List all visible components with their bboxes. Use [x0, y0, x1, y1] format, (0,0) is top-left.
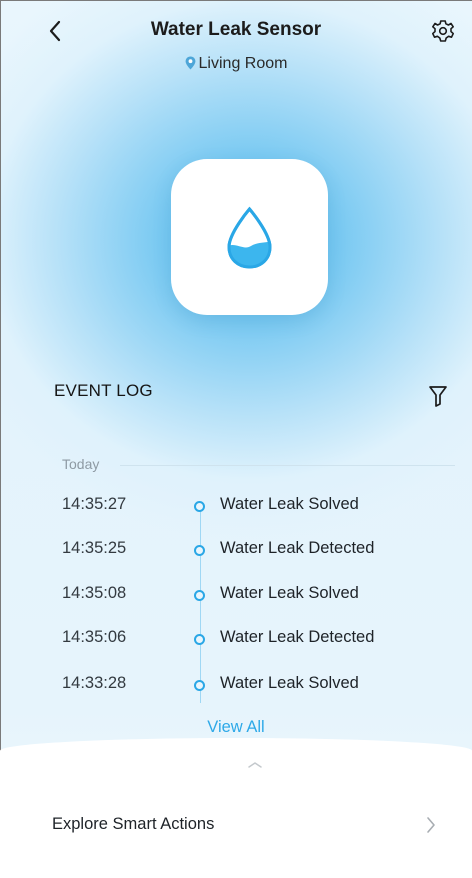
view-all-link[interactable]: View All	[0, 718, 472, 737]
chevron-right-icon	[427, 817, 435, 833]
filter-button[interactable]	[428, 384, 448, 408]
event-time: 14:35:27	[62, 495, 127, 513]
event-row[interactable]: 14:35:06 Water Leak Detected	[0, 624, 472, 654]
event-label: Water Leak Solved	[220, 584, 359, 602]
timeline-dot	[194, 590, 205, 601]
day-divider	[120, 465, 455, 466]
event-label: Water Leak Solved	[220, 674, 359, 692]
gear-icon	[432, 20, 454, 42]
frame-border-left	[0, 0, 1, 878]
timeline-dot	[194, 501, 205, 512]
chevron-up-icon	[248, 762, 262, 768]
device-location: Living Room	[0, 55, 472, 73]
event-row[interactable]: 14:33:28 Water Leak Solved	[0, 670, 472, 700]
page-title: Water Leak Sensor	[150, 19, 322, 40]
event-time: 14:35:06	[62, 628, 127, 646]
sheet-expand-handle[interactable]	[246, 757, 264, 768]
event-label: Water Leak Detected	[220, 628, 375, 646]
timeline-dot	[194, 545, 205, 556]
filter-icon	[429, 386, 447, 407]
water-drop-icon	[227, 206, 272, 269]
event-row[interactable]: 14:35:27 Water Leak Solved	[0, 491, 472, 521]
event-time: 14:33:28	[62, 674, 127, 692]
timeline-dot	[194, 680, 205, 691]
location-label: Living Room	[198, 55, 288, 72]
settings-button[interactable]	[428, 16, 458, 46]
day-label: Today	[62, 456, 100, 472]
device-detail-screen: Water Leak Sensor Living Room EVENT LOG …	[0, 0, 472, 878]
event-log-title: EVENT LOG	[54, 381, 153, 400]
timeline-dot	[194, 634, 205, 645]
event-row[interactable]: 14:35:25 Water Leak Detected	[0, 535, 472, 565]
smart-actions-label: Explore Smart Actions	[52, 815, 215, 833]
event-label: Water Leak Detected	[220, 539, 375, 557]
location-pin-icon	[185, 56, 195, 70]
frame-border-top	[0, 0, 472, 1]
event-label: Water Leak Solved	[220, 495, 359, 513]
event-row[interactable]: 14:35:08 Water Leak Solved	[0, 580, 472, 610]
explore-smart-actions-row[interactable]: Explore Smart Actions	[0, 806, 472, 846]
device-icon-tile	[171, 159, 328, 315]
event-time: 14:35:08	[62, 584, 127, 602]
event-time: 14:35:25	[62, 539, 127, 557]
